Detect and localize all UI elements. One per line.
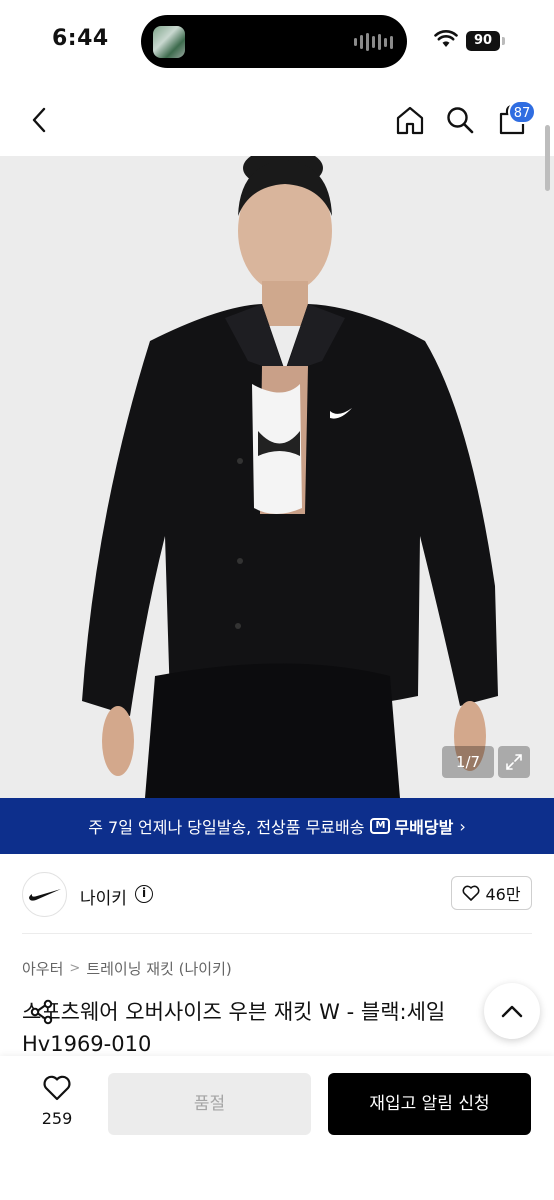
product-photo	[0, 156, 554, 798]
chevron-left-icon	[32, 107, 46, 133]
breadcrumb-item[interactable]: 트레이닝 재킷 (나이키)	[86, 958, 231, 979]
dynamic-island	[141, 15, 407, 68]
brand-name[interactable]: 나이키	[80, 884, 127, 909]
brand-logo[interactable]	[22, 872, 67, 917]
cart-count-badge: 87	[508, 100, 536, 124]
nike-swoosh-icon	[28, 888, 61, 901]
restock-alert-button[interactable]: 재입고 알림 신청	[328, 1073, 531, 1135]
battery-tip	[502, 37, 505, 45]
expand-icon	[506, 754, 522, 770]
wishlist-count: 259	[41, 1109, 73, 1128]
top-nav	[0, 84, 554, 156]
status-time: 6:44	[52, 26, 109, 51]
share-button[interactable]	[20, 990, 64, 1034]
share-icon	[30, 999, 53, 1025]
info-icon[interactable]: i	[135, 885, 153, 903]
mubae-logo: M 무배당발	[370, 814, 453, 838]
free-shipping-banner[interactable]: 주 7일 언제나 당일발송, 전상품 무료배송 M 무배당발 ›	[0, 798, 554, 854]
audio-wave-icon	[354, 33, 393, 51]
chevron-right-icon: ›	[459, 816, 466, 836]
mubae-logo-text: 무배당발	[394, 818, 454, 837]
now-playing-thumbnail	[153, 26, 185, 58]
divider	[22, 933, 532, 934]
image-counter: 1/7	[442, 746, 494, 778]
banner-text: 주 7일 언제나 당일발송, 전상품 무료배송	[88, 818, 365, 837]
product-title: 스포츠웨어 오버사이즈 우븐 재킷 W - 블랙:세일	[22, 1000, 446, 1024]
mubae-box-icon: M	[370, 818, 391, 834]
expand-image-button[interactable]	[498, 746, 530, 778]
home-icon	[396, 106, 424, 135]
page-scrollbar[interactable]	[545, 125, 550, 191]
search-icon	[447, 107, 474, 134]
brand-like-button[interactable]: 46만	[451, 876, 532, 910]
wifi-icon	[434, 30, 458, 47]
status-bar: 6:44 90	[0, 0, 554, 84]
breadcrumb-item[interactable]: 아우터	[22, 958, 63, 979]
bottom-action-bar: 259 품절 재입고 알림 신청	[0, 1056, 554, 1200]
soldout-button[interactable]: 품절	[108, 1073, 311, 1135]
battery-indicator: 90	[466, 31, 500, 51]
wishlist-button[interactable]: 259	[33, 1074, 81, 1128]
search-button[interactable]	[440, 100, 480, 140]
brand-like-count: 46만	[485, 885, 521, 904]
heart-icon	[43, 1075, 71, 1101]
breadcrumb: 아우터 > 트레이닝 재킷 (나이키)	[22, 958, 232, 979]
scroll-top-button[interactable]	[484, 983, 540, 1039]
heart-icon	[462, 885, 480, 901]
home-button[interactable]	[390, 100, 430, 140]
product-image[interactable]	[0, 156, 554, 798]
brand-row: 나이키 i 46만	[22, 868, 532, 920]
chevron-up-icon	[501, 1005, 523, 1018]
breadcrumb-separator: >	[69, 961, 81, 976]
back-button[interactable]	[20, 100, 60, 140]
